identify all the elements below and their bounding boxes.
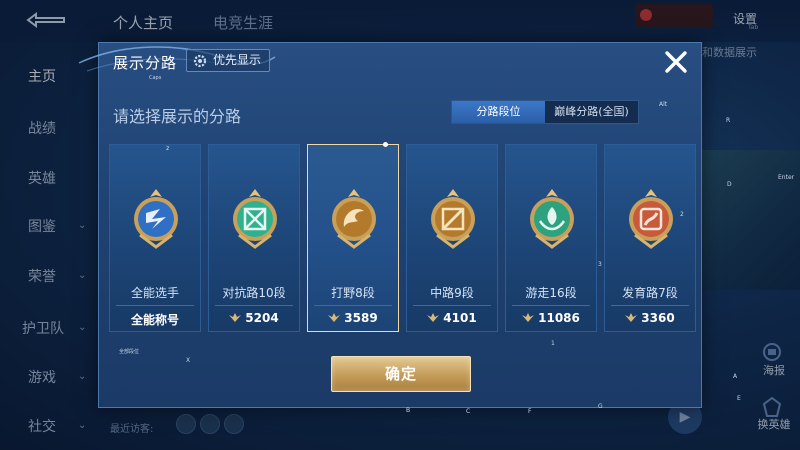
priority-display-label: 优先显示 (213, 53, 262, 67)
divider (413, 305, 491, 306)
key-hint: E (737, 395, 741, 402)
lane-card-mid[interactable]: 中路9段 4101 (406, 144, 498, 332)
caps-key-hint: Caps (149, 75, 162, 81)
farm-lane-emblem-icon (629, 189, 673, 249)
key-hint: Enter (778, 174, 795, 181)
card-value: 3360 (605, 311, 695, 325)
lane-card-farm[interactable]: 发育路7段 3360 (604, 144, 696, 332)
display-lane-dialog: 展示分路 优先显示 Caps 请选择展示的分路 分路段位 巅峰分路(全国) 2 … (78, 42, 702, 408)
key-hint: 2 (166, 146, 170, 152)
lane-card-clash[interactable]: 对抗路10段 5204 (208, 144, 300, 332)
card-title: 打野8段 (331, 286, 375, 300)
rank-points-icon (625, 313, 638, 322)
selected-marker (383, 142, 388, 147)
close-icon[interactable] (662, 48, 690, 76)
card-points: 3360 (641, 311, 675, 325)
key-hint: A (733, 373, 738, 380)
dialog-subtitle: 请选择展示的分路 (113, 107, 242, 126)
card-value: 全能称号 (130, 313, 179, 327)
mid-lane-emblem-icon (431, 189, 475, 249)
key-hint: 2 (680, 211, 684, 218)
key-hint: F (528, 408, 532, 415)
card-value: 11086 (506, 311, 596, 325)
rank-points-icon (229, 313, 242, 322)
card-points: 3589 (344, 311, 378, 325)
divider (116, 305, 194, 306)
toggle-lane-rank[interactable]: 分路段位 (452, 101, 545, 123)
divider (314, 305, 392, 306)
card-title: 游走16段 (525, 286, 577, 300)
card-value: 5204 (209, 311, 299, 325)
key-hint: Alt (659, 101, 668, 108)
card-value: 4101 (407, 311, 497, 325)
key-hint: 3 (598, 261, 602, 268)
key-hint: 1 (551, 340, 555, 347)
roam-emblem-icon (530, 189, 574, 249)
gear-icon (193, 54, 207, 68)
lane-card-roam[interactable]: 游走16段 11086 (505, 144, 597, 332)
lane-type-toggle: 分路段位 巅峰分路(全国) (451, 100, 639, 124)
all-ranks-hint: 全部段位 (119, 349, 140, 355)
key-hint: G (598, 403, 603, 410)
clash-lane-emblem-icon (233, 189, 277, 249)
key-hint: R (726, 117, 731, 124)
toggle-peak-lane[interactable]: 巅峰分路(全国) (545, 101, 638, 123)
card-title: 中路9段 (430, 286, 474, 300)
card-points: 4101 (443, 311, 477, 325)
key-hint: D (727, 181, 732, 188)
lane-card-jungle[interactable]: 打野8段 3589 (307, 142, 399, 332)
key-hint: B (406, 407, 411, 414)
rank-points-icon (328, 313, 341, 322)
priority-display-button[interactable]: 优先显示 (186, 49, 271, 72)
divider (215, 305, 293, 306)
dialog-title: 展示分路 (113, 54, 178, 72)
card-points: 5204 (245, 311, 279, 325)
confirm-button[interactable]: 确定 (331, 356, 471, 392)
card-title: 发育路7段 (622, 286, 678, 300)
divider (512, 305, 590, 306)
rank-points-icon (522, 313, 535, 322)
lane-card-allround[interactable]: 2 全能选手 全能称号 (109, 144, 201, 332)
card-value: 3589 (308, 311, 398, 325)
card-title: 对抗路10段 (222, 286, 286, 300)
key-hint: C (466, 408, 471, 415)
jungle-emblem-icon (332, 189, 376, 249)
card-points: 11086 (538, 311, 580, 325)
allround-emblem-icon (134, 189, 178, 249)
key-hint: X (186, 357, 191, 364)
lane-card-list: 2 全能选手 全能称号 对抗路10段 5204 打野8段 3589 中路9段 4… (109, 142, 697, 332)
card-title: 全能选手 (130, 286, 179, 300)
rank-points-icon (427, 313, 440, 322)
divider (611, 305, 689, 306)
